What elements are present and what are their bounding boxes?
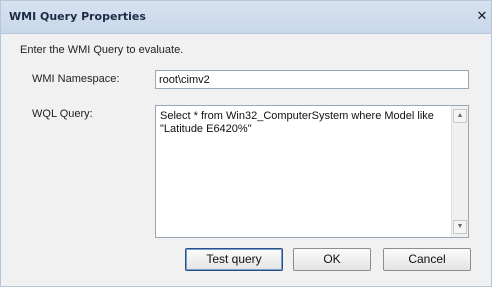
scroll-up-arrow-icon[interactable]: ▲ (453, 109, 467, 123)
namespace-input[interactable] (155, 70, 469, 89)
instruction-text: Enter the WMI Query to evaluate. (20, 44, 184, 56)
namespace-label: WMI Namespace: (32, 73, 120, 85)
ok-button[interactable]: OK (293, 248, 371, 271)
test-query-button[interactable]: Test query (185, 248, 283, 271)
wql-query-box: Select * from Win32_ComputerSystem where… (155, 105, 469, 238)
title-bar: WMI Query Properties ✕ (1, 1, 491, 34)
dialog-body: Enter the WMI Query to evaluate. WMI Nam… (5, 34, 487, 284)
wql-scrollbar[interactable]: ▲ ▼ (451, 106, 468, 237)
wql-query-label: WQL Query: (32, 108, 93, 120)
scroll-down-arrow-icon[interactable]: ▼ (453, 220, 467, 234)
close-icon[interactable]: ✕ (475, 9, 489, 23)
dialog-title: WMI Query Properties (9, 10, 146, 23)
wmi-query-properties-dialog: WMI Query Properties ✕ Enter the WMI Que… (0, 0, 492, 287)
wql-query-textarea[interactable]: Select * from Win32_ComputerSystem where… (156, 106, 452, 237)
cancel-button[interactable]: Cancel (383, 248, 471, 271)
